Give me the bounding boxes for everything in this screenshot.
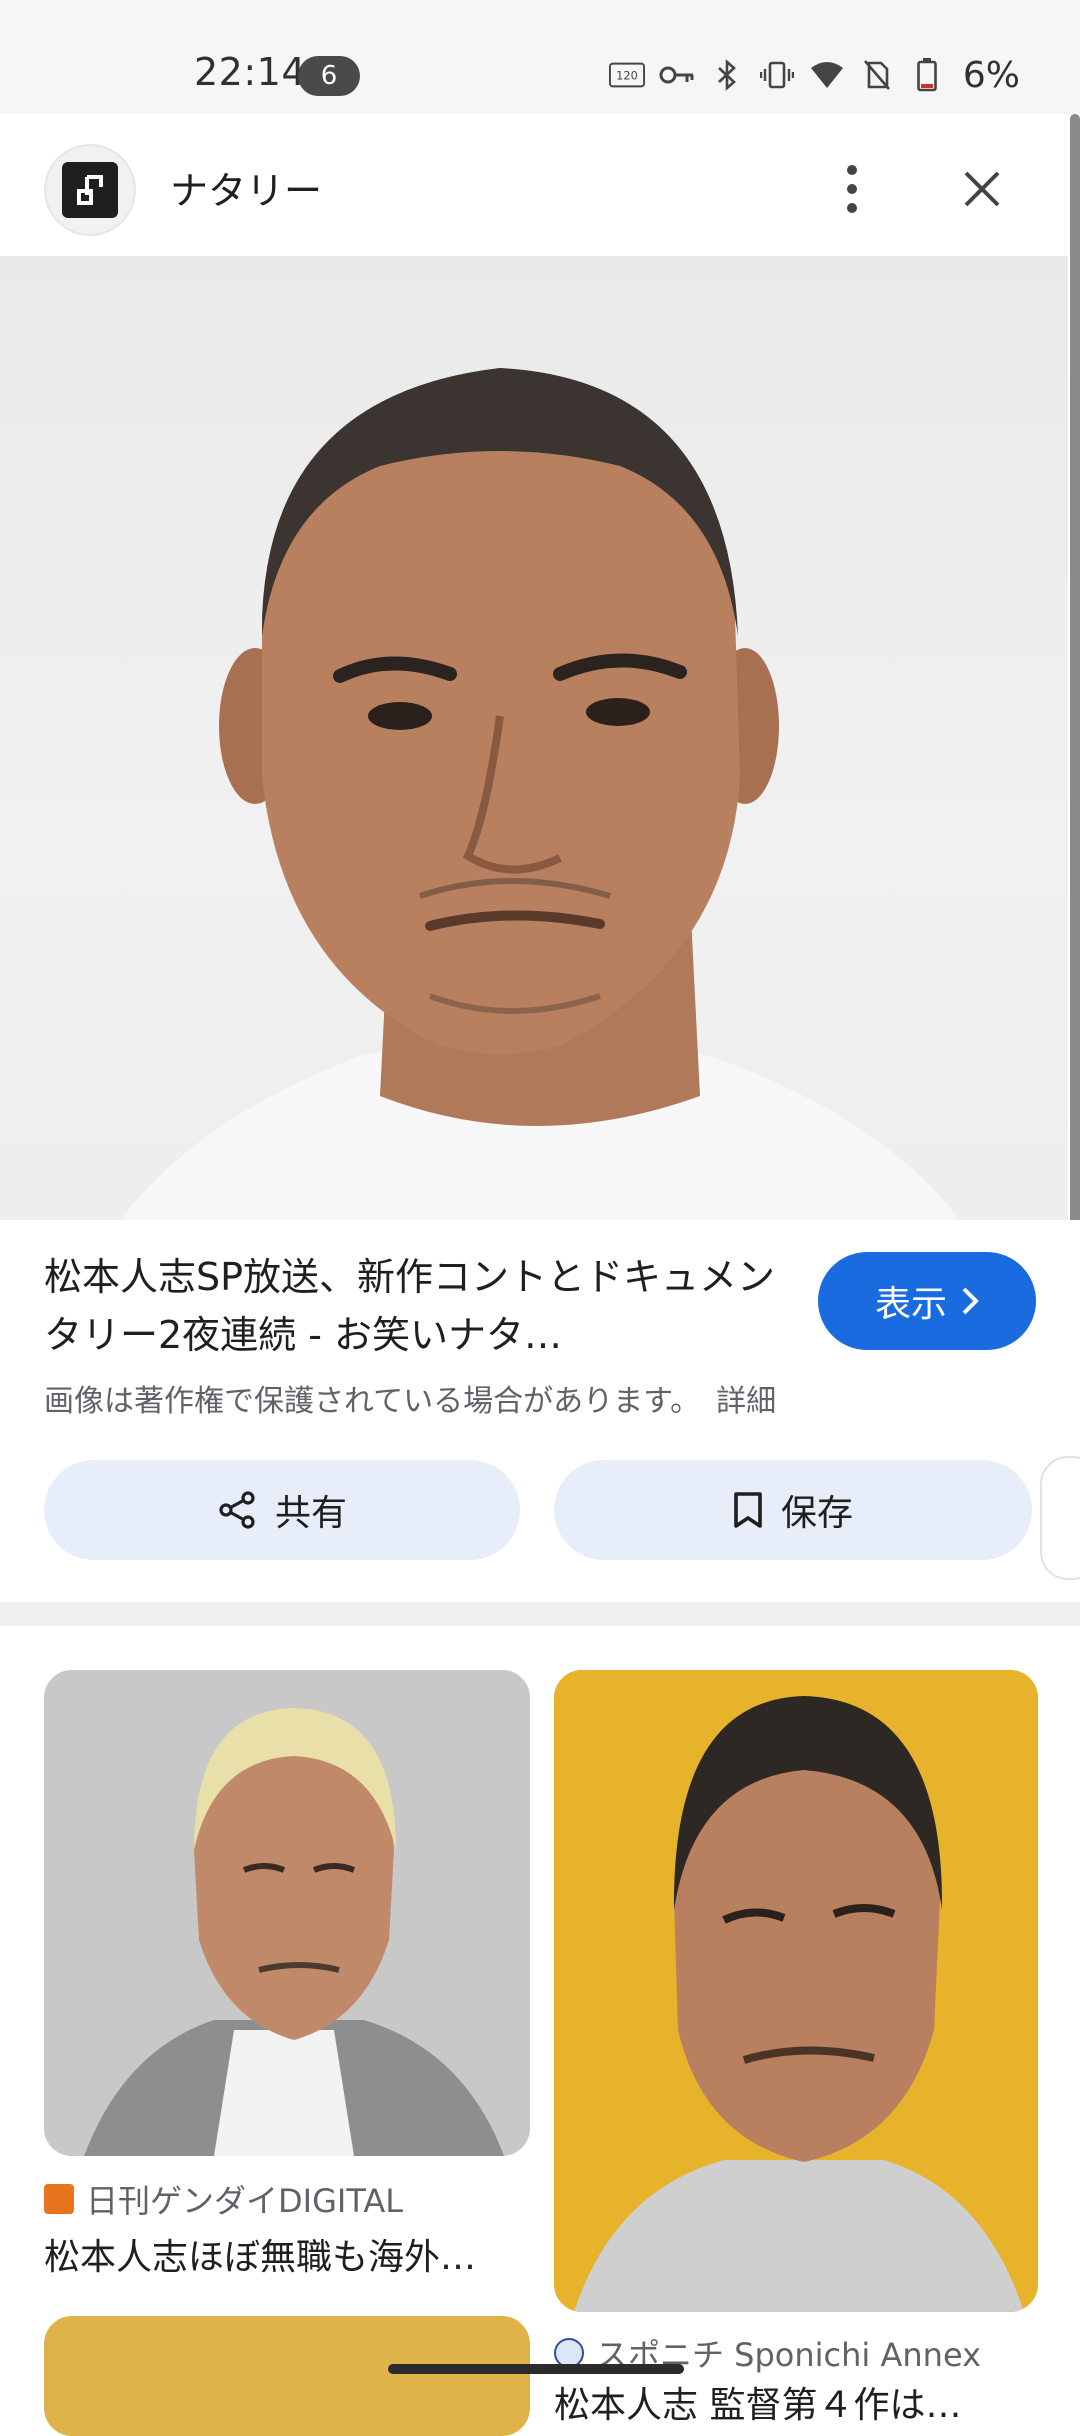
close-icon xyxy=(964,171,1000,207)
share-icon xyxy=(219,1491,255,1529)
scrollbar[interactable] xyxy=(1070,114,1080,1314)
notification-count-badge: 6 xyxy=(298,56,360,96)
viewer-header: ナタリー xyxy=(0,114,1080,256)
more-options-button[interactable] xyxy=(820,154,884,224)
vpn-key-icon xyxy=(659,57,695,93)
natalie-logo[interactable] xyxy=(44,144,136,236)
related-source-1-label: 日刊ゲンダイDIGITAL xyxy=(86,2182,404,2220)
related-portrait-2 xyxy=(554,1670,1038,2312)
bookmark-icon xyxy=(734,1492,762,1528)
related-image-2[interactable] xyxy=(554,1670,1038,2312)
details-link[interactable]: 詳細 xyxy=(716,1384,776,1419)
copyright-notice: 画像は著作権で保護されている場合があります。 詳細 xyxy=(44,1376,776,1420)
section-divider xyxy=(0,1602,1080,1626)
status-icons: 120 6% xyxy=(608,52,1020,98)
share-button[interactable]: 共有 xyxy=(44,1460,520,1560)
site-name[interactable]: ナタリー xyxy=(170,160,322,215)
related-image-3[interactable] xyxy=(44,2316,530,2436)
related-image-1[interactable] xyxy=(44,1670,530,2156)
related-title-2[interactable]: 松本人志 監督第４作は… xyxy=(554,2376,1040,2428)
save-label: 保存 xyxy=(780,1493,853,1534)
main-image[interactable] xyxy=(0,256,1068,1220)
120hz-icon: 120 xyxy=(608,57,645,93)
copyright-text: 画像は著作権で保護されている場合があります。 xyxy=(44,1384,701,1419)
status-bar: 22:14 6 120 6% xyxy=(0,0,1080,114)
home-indicator[interactable] xyxy=(388,2364,684,2374)
related-source-1[interactable]: 日刊ゲンダイDIGITAL xyxy=(44,2176,403,2222)
visit-button[interactable]: 表示 xyxy=(818,1252,1036,1350)
battery-percentage: 6% xyxy=(962,54,1020,96)
svg-text:120: 120 xyxy=(616,69,638,83)
portrait-illustration xyxy=(120,368,960,1220)
vibrate-icon xyxy=(759,57,795,93)
battery-icon xyxy=(909,57,945,93)
next-image-peek[interactable] xyxy=(1040,1456,1080,1580)
wifi-icon xyxy=(809,57,845,93)
image-title[interactable]: 松本人志SP放送、新作コントとドキュメンタリー2夜連続 - お笑いナタ… xyxy=(44,1248,784,1364)
nikkan-gendai-favicon xyxy=(44,2184,74,2214)
related-title-1[interactable]: 松本人志ほぼ無職も海外… xyxy=(44,2228,530,2280)
share-label: 共有 xyxy=(274,1493,347,1534)
bluetooth-icon xyxy=(709,57,745,93)
related-portrait-1 xyxy=(44,1670,530,2156)
close-button[interactable] xyxy=(950,154,1014,224)
chevron-right-icon xyxy=(962,1287,979,1315)
save-button[interactable]: 保存 xyxy=(554,1460,1032,1560)
more-vert-icon xyxy=(847,165,857,213)
visit-label: 表示 xyxy=(874,1284,947,1325)
image-info: 松本人志SP放送、新作コントとドキュメンタリー2夜連続 - お笑いナタ… 表示 … xyxy=(0,1220,1080,1602)
no-sim-icon xyxy=(859,57,895,93)
status-time: 22:14 xyxy=(194,50,307,94)
